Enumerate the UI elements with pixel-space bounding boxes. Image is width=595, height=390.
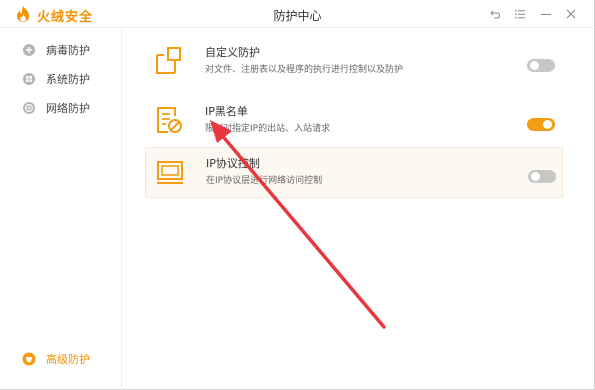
ip-protocol-icon [157,161,183,184]
close-icon [566,9,576,19]
menu-icon [515,10,525,19]
feature-title: 自定义防护 [205,46,260,59]
sidebar-item-advanced[interactable]: 高级防护 [22,350,90,368]
feature-description: 对文件、注册表以及程序的执行进行控制以及防护 [205,65,404,75]
sidebar-item-label: 高级防护 [46,353,90,366]
undo-icon [490,10,501,19]
ip-blacklist-toggle[interactable] [527,118,555,131]
feature-description: 在IP协议层进行网络访问控制 [206,176,323,186]
feature-title: IP协议控制 [206,157,260,170]
globe-icon [22,101,36,115]
feature-description: 限制对指定IP的出站、入站请求 [205,124,331,134]
sidebar: 病毒防护 系统防护 网络防护 高级防护 [0,29,122,390]
feature-title: IP黑名单 [205,105,248,118]
ip-protocol-toggle[interactable] [528,170,556,183]
huorong-logo-icon [17,6,29,22]
sidebar-item-system[interactable]: 系统防护 [22,70,90,88]
feature-card-custom: 自定义防护 对文件、注册表以及程序的执行进行控制以及防护 [145,37,563,88]
custom-protect-icon [156,47,181,74]
custom-protect-toggle[interactable] [527,59,555,72]
sidebar-item-label: 网络防护 [46,102,90,115]
windows-icon [22,72,36,86]
menu-button[interactable] [512,6,528,22]
feature-card-ip-protocol: IP协议控制 在IP协议层进行网络访问控制 [145,147,563,198]
close-button[interactable] [563,6,579,22]
sidebar-item-label: 病毒防护 [46,44,90,57]
window-title: 防护中心 [273,9,322,23]
ip-blacklist-icon [157,107,182,133]
shield-icon [22,352,36,366]
plus-circle-icon [22,43,36,57]
app-name: 火绒安全 [37,10,94,25]
sidebar-item-label: 系统防护 [46,73,90,86]
back-button[interactable] [487,6,503,22]
minimize-icon [541,14,551,15]
app-window: 火绒安全 防护中心 病毒防护 系统防护 网络防护 高级防护 自定义防护 对文件、… [0,0,595,390]
feature-card-ip-blacklist: IP黑名单 限制对指定IP的出站、入站请求 [145,96,563,147]
title-bar: 火绒安全 防护中心 [0,0,595,28]
sidebar-item-network[interactable]: 网络防护 [22,99,90,117]
sidebar-item-virus[interactable]: 病毒防护 [22,41,90,59]
minimize-button[interactable] [538,6,554,22]
